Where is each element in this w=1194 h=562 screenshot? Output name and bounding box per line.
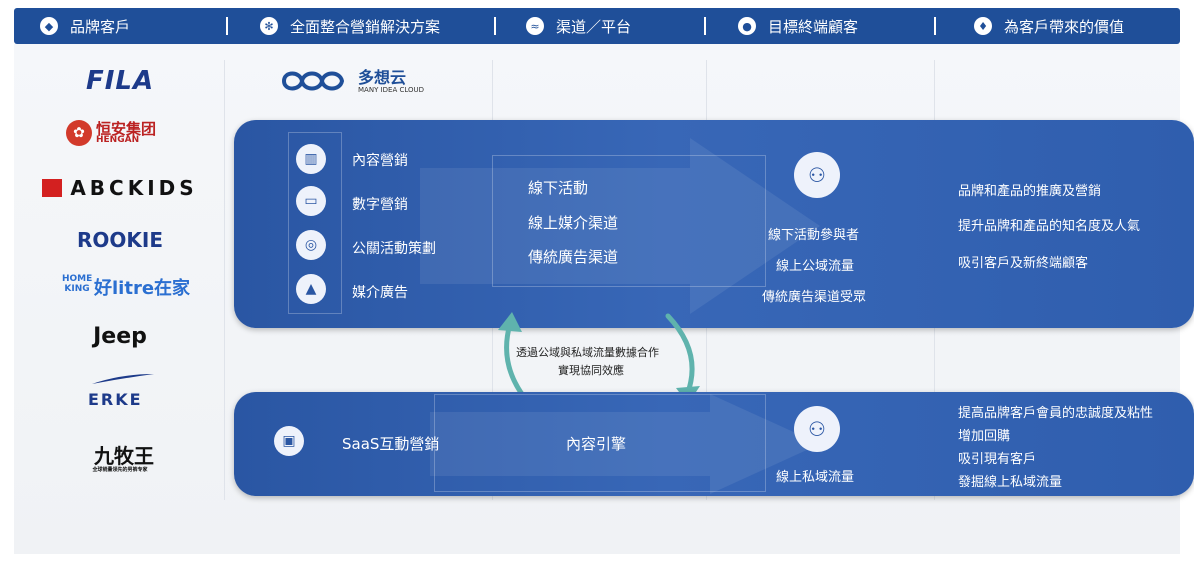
channel-icon: ≈ [526, 17, 544, 35]
service-digital-marketing: 數字營銷 [352, 197, 408, 213]
channel-online-media: 線上媒介渠道 [528, 214, 619, 232]
header-col-value: ♦ 為客戶帶來的價值 [974, 8, 1124, 44]
cloud-logo-icon [281, 71, 345, 91]
abckids-logo-icon [42, 179, 63, 197]
channel-content-engine: 內容引擎 [566, 435, 627, 453]
add-user-group-icon: ⚇ [794, 152, 840, 198]
brand-jeep: Jeep [93, 324, 147, 349]
header-divider [934, 17, 936, 35]
hengan-logo-icon: ✿ [66, 120, 92, 146]
value-loyalty: 提高品牌客戶會員的忠誠度及粘性 [958, 406, 1154, 421]
header-col-brand-clients: ◆ 品牌客戶 [40, 8, 130, 44]
header-col-solutions: ✻ 全面整合營銷解決方案 [260, 8, 440, 44]
header-divider [494, 17, 496, 35]
brand-erke: ERKE [30, 372, 210, 412]
add-user-group-icon: ⚇ [794, 406, 840, 452]
gem-icon: ◆ [40, 17, 58, 35]
customer-offline-participants: 線下活動參與者 [768, 228, 860, 243]
header-label: 為客戶帶來的價值 [1004, 17, 1125, 36]
header-divider [226, 17, 228, 35]
service-media-ads: 媒介廣告 [352, 285, 408, 301]
customer-traditional-audience: 傳統廣告渠道受眾 [762, 290, 867, 305]
brand-homeking-cn: 好litre在家 [94, 278, 191, 299]
brand-hengan: ✿ 恒安集团 HENGAN [30, 118, 210, 152]
brand-abckids-text: ABCKIDS [70, 176, 198, 200]
header-divider [704, 17, 706, 35]
header-label: 全面整合營銷解決方案 [290, 17, 441, 36]
value-attract-existing: 吸引現有客戶 [958, 452, 1037, 467]
brand-jomowin: 九牧王 全球销量领先的男裤专家 [30, 440, 210, 478]
brand-homeking-en: HOME KING [62, 274, 93, 294]
channel-traditional-ads: 傳統廣告渠道 [528, 248, 619, 266]
channel-offline-events: 線下活動 [528, 179, 589, 197]
value-promotion: 品牌和產品的推廣及營銷 [958, 184, 1102, 199]
service-content-marketing: 內容營銷 [352, 153, 408, 169]
brand-fila: FILA [85, 66, 155, 96]
value-repurchase: 增加回購 [958, 429, 1011, 444]
value-attract-new: 吸引客戶及新終端顧客 [958, 256, 1089, 271]
brand-hengan-en: HENGAN [96, 135, 140, 145]
column-divider [224, 60, 225, 500]
logo-name: 多想云 [358, 68, 407, 87]
brand-rookie: ROOKIE [76, 228, 163, 252]
customer-private-traffic: 線上私域流量 [776, 470, 855, 485]
screen-icon: ▭ [296, 186, 326, 216]
balloon-icon: ◎ [296, 230, 326, 260]
synergy-note-line2: 實現協同效應 [558, 364, 624, 377]
header-label: 渠道／平台 [556, 17, 632, 36]
header-bar: ◆ 品牌客戶 ✻ 全面整合營銷解決方案 ≈ 渠道／平台 ● 目標終端顧客 ♦ 為… [14, 8, 1180, 44]
person-icon: ● [738, 17, 756, 35]
brand-homeking: HOME KING 好litre在家 [30, 272, 210, 302]
header-col-channels: ≈ 渠道／平台 [526, 8, 631, 44]
header-label: 目標終端顧客 [768, 17, 859, 36]
service-pr-events: 公關活動策劃 [352, 241, 436, 257]
erke-swoosh-icon [92, 374, 154, 384]
header-col-target-customers: ● 目標終端顧客 [738, 8, 858, 44]
logo-subtitle: MANY IDEA CLOUD [358, 86, 425, 94]
brand-jomowin-cn: 九牧王 [94, 444, 154, 468]
header-label: 品牌客戶 [70, 17, 131, 36]
synergy-note-line1: 透過公域與私域流量數據合作 [516, 346, 659, 359]
diamond-icon: ♦ [974, 17, 992, 35]
many-idea-cloud-logo: 多想云 MANY IDEA CLOUD [280, 64, 450, 98]
billboard-icon: ▲ [296, 274, 326, 304]
service-saas-interactive: SaaS互動營銷 [342, 435, 440, 453]
value-explore-private: 發掘線上私域流量 [958, 475, 1063, 490]
brand-jomowin-slogan: 全球销量领先的男裤专家 [92, 467, 148, 473]
chart-icon: ▥ [296, 144, 326, 174]
brand-abckids: ABCKIDS [30, 176, 210, 200]
brand-erke-text: ERKE [88, 390, 143, 409]
pinwheel-icon: ✻ [260, 17, 278, 35]
value-awareness: 提升品牌和產品的知名度及人氣 [958, 219, 1141, 234]
save-disk-icon: ▣ [274, 426, 304, 456]
customer-public-traffic: 線上公域流量 [776, 259, 855, 274]
